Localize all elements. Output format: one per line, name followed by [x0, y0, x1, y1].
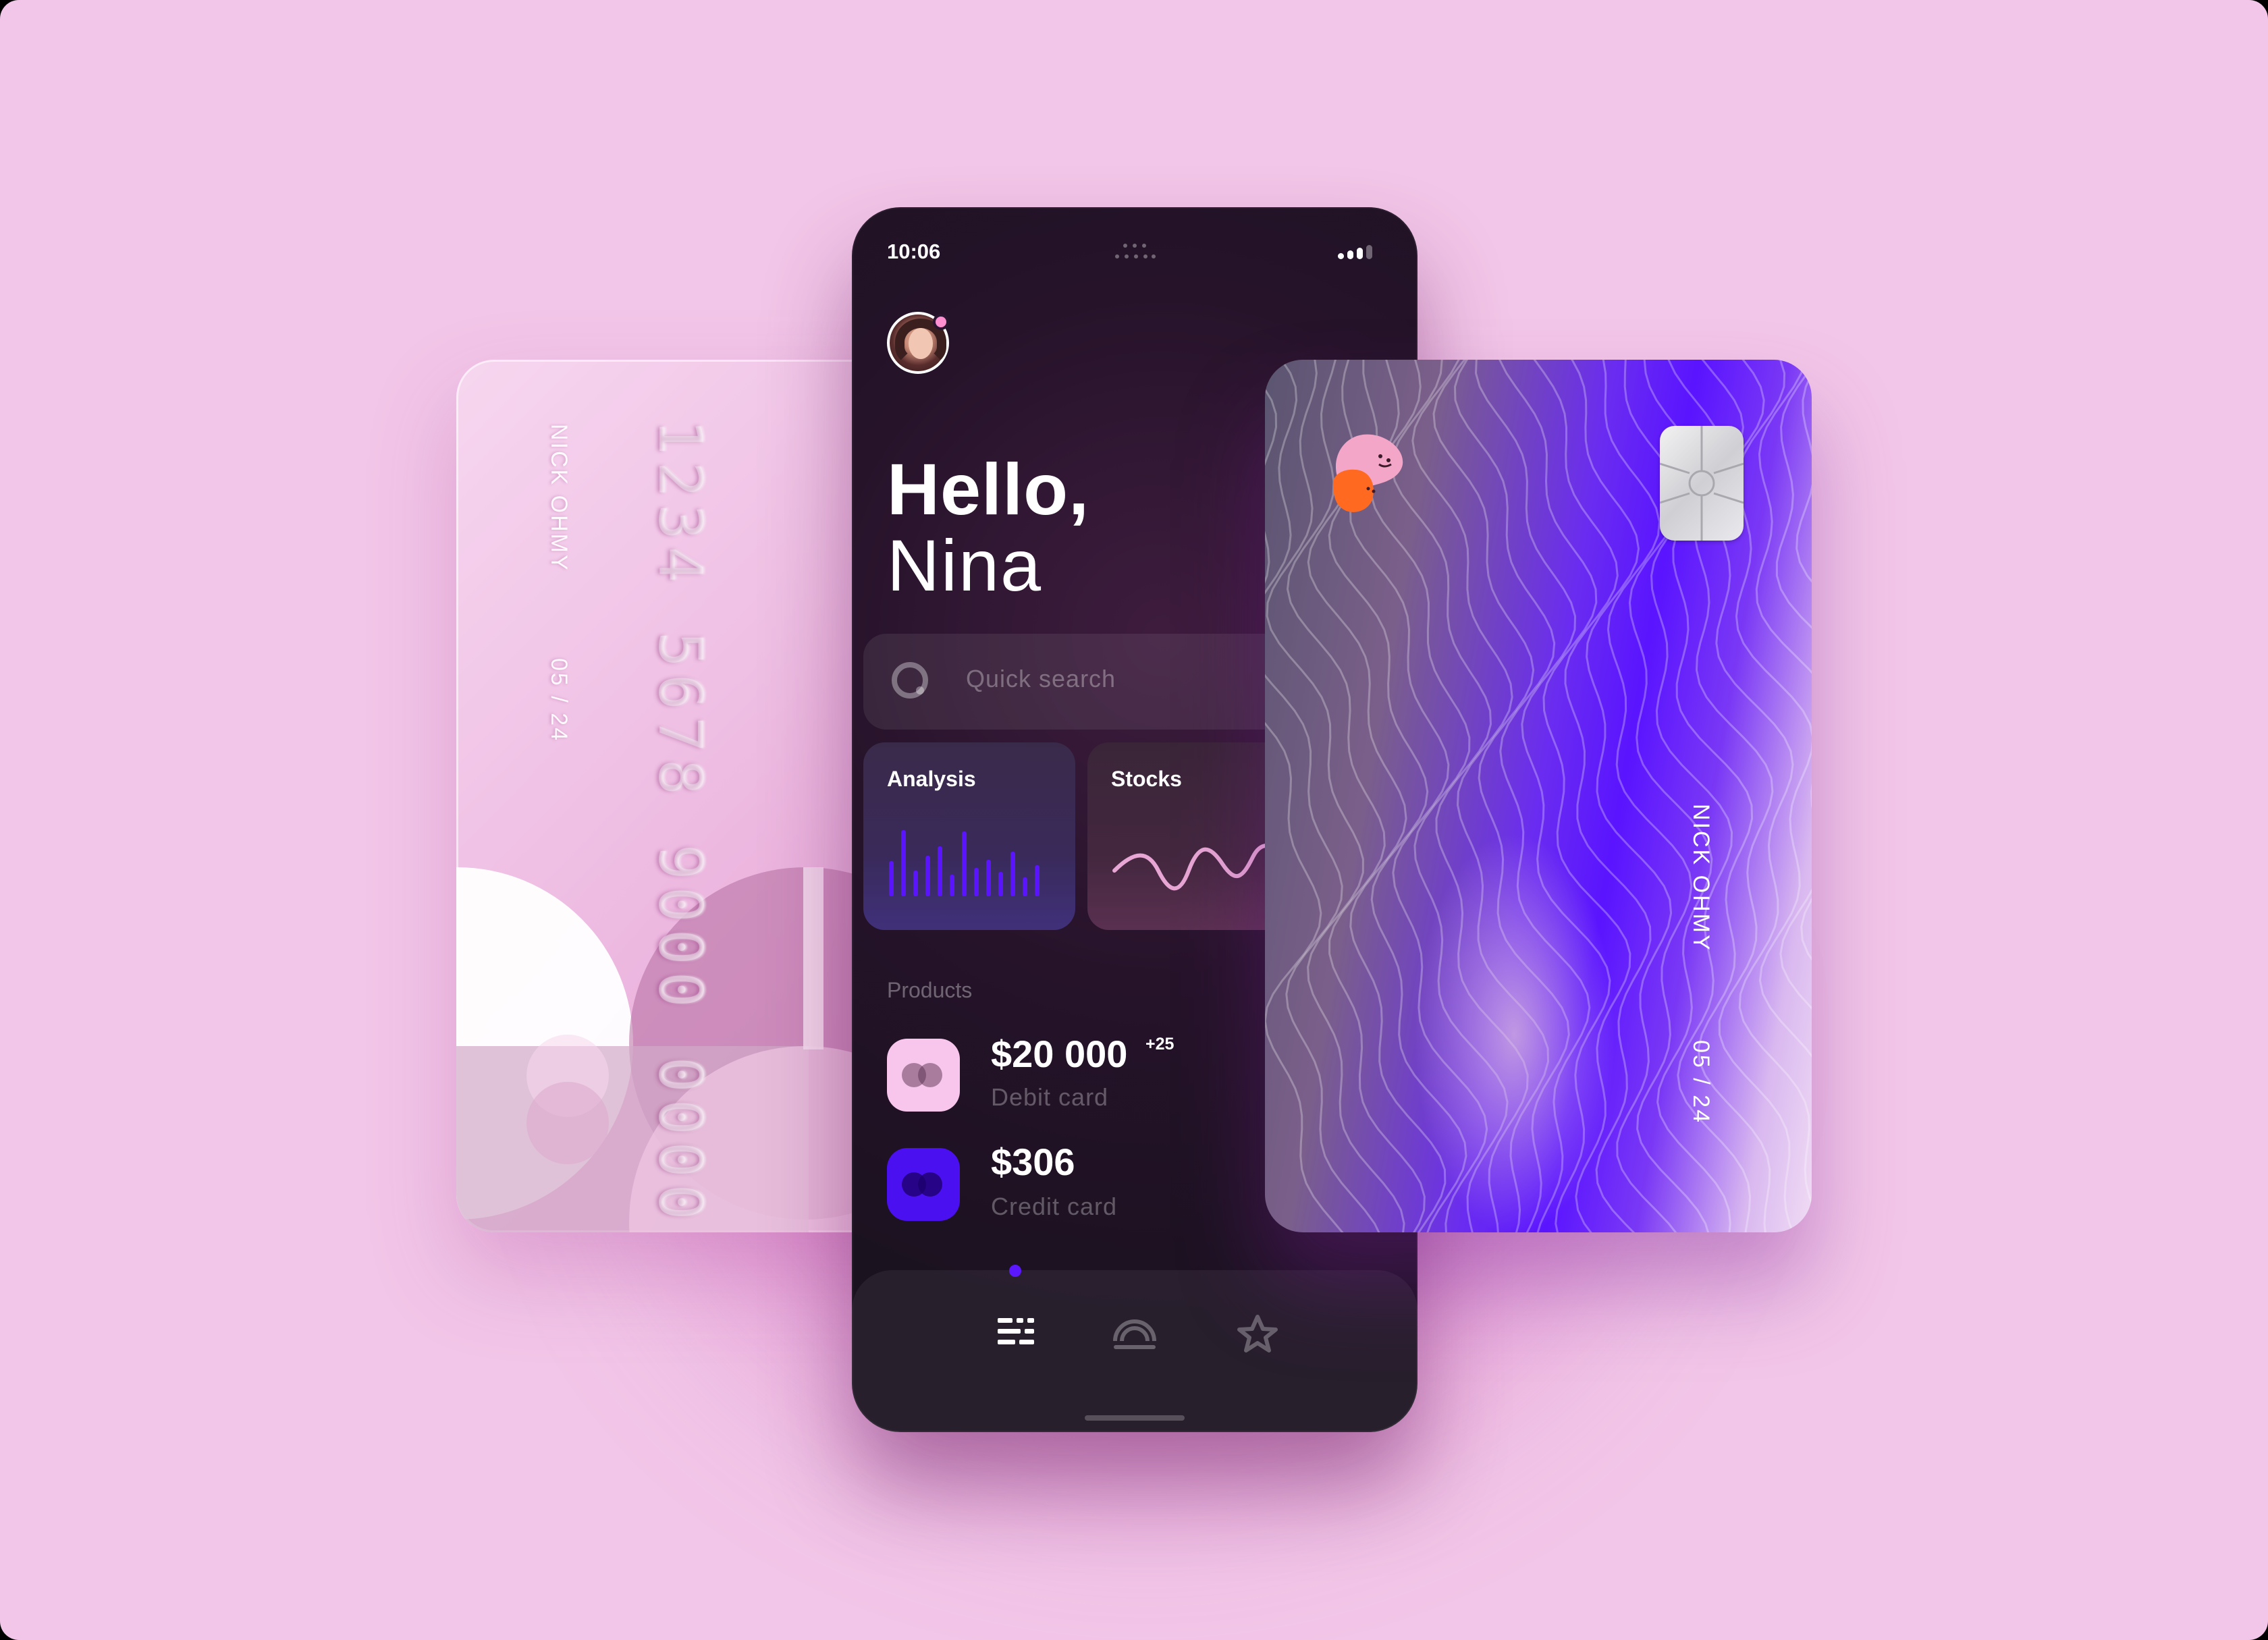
- card-number: 1234 5678 9000 0000: [645, 419, 715, 1227]
- credit-amount: $306: [991, 1141, 1075, 1183]
- credit-card-icon[interactable]: [887, 1148, 960, 1221]
- debit-subtitle: Debit card: [991, 1083, 1109, 1111]
- brand-logo-icon: [1332, 434, 1403, 512]
- avatar-face: [909, 328, 933, 359]
- card-holder-name: NICK OHMY: [1688, 804, 1714, 952]
- debit-icon-circle-right: [918, 1063, 942, 1087]
- tile-analysis[interactable]: Analysis: [863, 742, 1075, 930]
- notch-dots-icon: [1114, 242, 1156, 263]
- card-chip-icon: [1659, 426, 1744, 541]
- card-expiry: 05 / 24: [1688, 1040, 1714, 1124]
- card-glow: [1413, 832, 1616, 1232]
- products-heading: Products: [887, 978, 973, 1002]
- star-icon[interactable]: [1234, 1314, 1281, 1355]
- active-tab-indicator: [1009, 1265, 1021, 1277]
- debit-card-icon[interactable]: [887, 1039, 960, 1112]
- home-indicator[interactable]: [1085, 1415, 1185, 1421]
- greeting-hello: Hello,: [887, 448, 1090, 530]
- search-icon: [892, 662, 929, 700]
- chip-lines: [1659, 426, 1744, 541]
- dashboard-gauge-icon[interactable]: [1111, 1314, 1158, 1355]
- signal-icon: [1338, 244, 1380, 259]
- notification-dot: [933, 314, 949, 330]
- greeting-name: Nina: [887, 524, 1043, 606]
- card-holder-name: NICK OHMY: [546, 424, 572, 572]
- credit-card-purple[interactable]: NICK OHMY 05 / 24: [1265, 360, 1812, 1232]
- debit-amount: $20 000: [991, 1033, 1128, 1075]
- canvas: NICK OHMY 05 / 24 1234 5678 9000 0000 10…: [0, 0, 2268, 1640]
- search-placeholder: Quick search: [966, 665, 1116, 692]
- status-time: 10:06: [887, 240, 941, 263]
- card-expiry: 05 / 24: [546, 658, 572, 742]
- credit-icon-circle-right: [918, 1172, 942, 1197]
- credit-subtitle: Credit card: [991, 1193, 1118, 1220]
- analysis-bars-icon: [889, 830, 1040, 896]
- debit-badge: +25: [1145, 1035, 1174, 1054]
- list-icon[interactable]: [996, 1314, 1044, 1355]
